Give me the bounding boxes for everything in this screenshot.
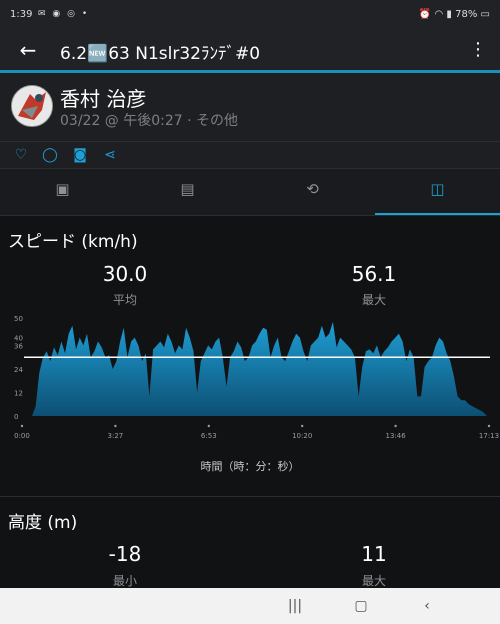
- like-icon[interactable]: ♡: [12, 146, 30, 164]
- summary-tab-icon: ▤: [180, 180, 195, 198]
- share-icon[interactable]: ⋖: [101, 146, 119, 164]
- tab-charts[interactable]: ◫: [375, 169, 500, 215]
- more-options-icon[interactable]: ⋮: [468, 36, 488, 64]
- battery-icon: ▭: [480, 9, 490, 20]
- recents-button[interactable]: |||: [280, 594, 310, 618]
- alarm-icon: ⏰: [418, 9, 432, 20]
- message-icon: ◉: [52, 9, 63, 19]
- x-tick-label: 13:46: [386, 432, 407, 440]
- tab-summary[interactable]: ▤: [125, 169, 250, 215]
- elevation-max-value: 11: [361, 542, 387, 566]
- speed-section-title: スピード (km/h): [8, 232, 138, 252]
- x-tick-mark: [301, 424, 304, 428]
- y-tick-label: 40: [14, 335, 23, 343]
- x-tick-mark: [394, 424, 397, 428]
- activity-header: 香村 治彦 03/22 @ 午後0:27 · その他: [0, 73, 500, 141]
- x-tick-label: 0:00: [14, 432, 30, 440]
- status-bar: 1:39 ✉ ◉ ◎ • ⏰ ◠ ▮ 78% ▭: [0, 0, 500, 30]
- speed-avg-label: 平均: [112, 293, 137, 307]
- speed-avg-value: 30.0: [102, 262, 148, 286]
- speed-area-series: [32, 321, 487, 416]
- tab-bar: ▣ ▤ ⟲ ◫: [0, 168, 500, 216]
- system-nav-bar: ||| ▢ ‹: [0, 588, 500, 624]
- section-divider: [0, 496, 500, 497]
- y-tick-label: 50: [14, 315, 23, 323]
- elevation-max-label: 最大: [361, 574, 386, 588]
- athlete-name[interactable]: 香村 治彦: [60, 83, 146, 112]
- chart-x-axis-label: 時間（時：分：秒）: [200, 460, 300, 473]
- activity-title: 6.2🆕63 N1slr32ﾗﾝﾃﾞ#0: [60, 44, 261, 64]
- laps-tab-icon: ⟲: [306, 180, 319, 198]
- status-time: 1:39: [10, 9, 33, 20]
- x-tick-label: 10:20: [292, 432, 312, 440]
- chat-icon: ◎: [67, 9, 78, 19]
- signal-icon: ▮: [446, 9, 452, 20]
- x-tick-label: 3:27: [108, 432, 124, 440]
- tab-laps[interactable]: ⟲: [250, 169, 375, 215]
- y-tick-label: 24: [14, 366, 23, 374]
- back-arrow-icon[interactable]: ←: [14, 36, 42, 64]
- action-row: ♡ ◯ ◙ ⋖: [0, 141, 500, 168]
- speed-chart[interactable]: 50 4036 24 12 0 0:00 3:27 6:53 10:20 13:46 17:13: [0, 312, 500, 444]
- speed-max-value: 56.1: [351, 262, 397, 286]
- photo-icon[interactable]: ◙: [71, 146, 89, 164]
- elevation-section-title: 高度 (m): [8, 513, 78, 533]
- status-right: ⏰ ◠ ▮ 78% ▭: [419, 9, 490, 20]
- x-tick-mark: [487, 424, 491, 428]
- mail-icon: ✉: [38, 9, 48, 19]
- y-tick-label: 12: [14, 389, 23, 397]
- notification-icons: ✉ ◉ ◎ •: [38, 9, 89, 19]
- active-tab-indicator: [375, 213, 500, 215]
- charts-tab-icon: ◫: [430, 180, 445, 198]
- activity-meta: 03/22 @ 午後0:27 · その他: [60, 113, 239, 129]
- avatar[interactable]: [11, 85, 53, 127]
- x-tick-label: 6:53: [201, 432, 217, 440]
- dot-icon: •: [81, 9, 90, 19]
- elevation-min-value: -18: [108, 542, 142, 566]
- wifi-icon: ◠: [434, 9, 444, 20]
- app-bar: ← 6.2🆕63 N1slr32ﾗﾝﾃﾞ#0 ⋮: [0, 30, 500, 70]
- x-tick-label: 17:13: [479, 432, 499, 440]
- y-tick-label: 36: [14, 342, 23, 350]
- back-button[interactable]: ‹: [412, 594, 442, 618]
- y-tick-label: 0: [14, 413, 18, 421]
- comment-icon[interactable]: ◯: [41, 146, 59, 164]
- elevation-min-label: 最小: [112, 574, 137, 588]
- battery-percent: 78%: [455, 9, 478, 20]
- x-tick-mark: [20, 424, 24, 428]
- x-tick-mark: [114, 424, 117, 428]
- home-button[interactable]: ▢: [346, 594, 376, 618]
- speed-max-label: 最大: [361, 293, 386, 307]
- x-tick-mark: [207, 424, 210, 428]
- map-tab-icon: ▣: [55, 180, 70, 198]
- tab-map[interactable]: ▣: [0, 169, 125, 215]
